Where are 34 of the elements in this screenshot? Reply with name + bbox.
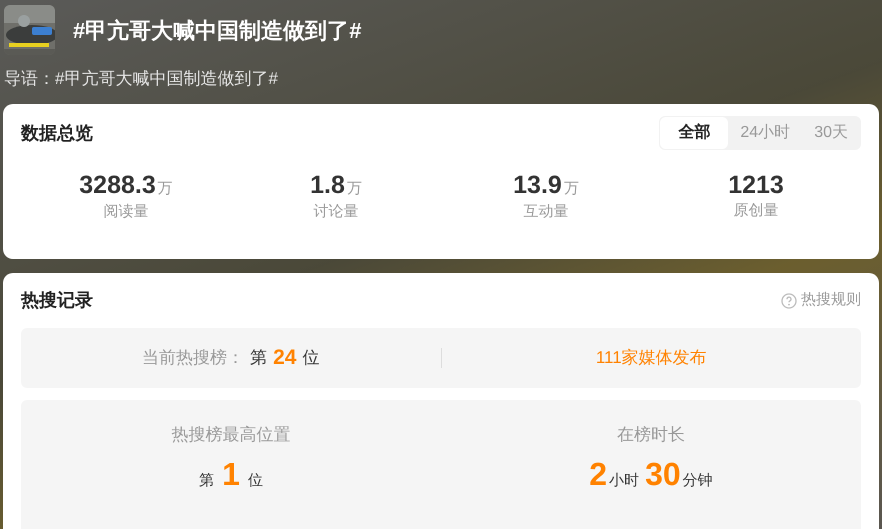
stat-value: 1213 bbox=[728, 170, 784, 200]
stat-label: 讨论量 bbox=[314, 202, 358, 222]
stat-value: 13.9 bbox=[513, 170, 562, 200]
stat-value: 1.8 bbox=[310, 170, 345, 200]
rank-prefix: 第 bbox=[199, 470, 214, 490]
peak-rank: 1 bbox=[222, 456, 240, 492]
rank-prefix: 第 bbox=[250, 347, 268, 370]
media-link[interactable]: 111家媒体发布 bbox=[596, 345, 707, 371]
stat-unit: 万 bbox=[346, 179, 362, 199]
topic-intro: 导语：#甲亢哥大喊中国制造做到了# bbox=[4, 69, 278, 88]
current-rank: 24 bbox=[273, 345, 296, 372]
hours-unit: 小时 bbox=[609, 470, 640, 490]
rules-link[interactable]: 热搜规则 bbox=[781, 289, 861, 312]
range-tab[interactable]: 30天 bbox=[802, 117, 860, 149]
peak-rank-label: 热搜榜最高位置 bbox=[172, 424, 290, 446]
range-tab[interactable]: 全部 bbox=[660, 117, 728, 149]
minutes-unit: 分钟 bbox=[682, 470, 713, 490]
stat-unit: 万 bbox=[158, 179, 173, 199]
topic-title: #甲亢哥大喊中国制造做到了# bbox=[73, 16, 362, 44]
duration-label: 在榜时长 bbox=[617, 424, 685, 446]
rank-suffix: 位 bbox=[248, 470, 263, 490]
section-title: 数据总览 bbox=[21, 122, 93, 144]
section-title: 热搜记录 bbox=[21, 289, 93, 312]
stat-unit: 万 bbox=[564, 179, 579, 199]
stat-label: 互动量 bbox=[524, 202, 568, 222]
range-tab[interactable]: 24小时 bbox=[728, 117, 802, 149]
duration-hours: 2 bbox=[589, 456, 608, 492]
rank-suffix: 位 bbox=[302, 347, 320, 370]
current-rank-label: 当前热搜榜： bbox=[142, 347, 244, 370]
stat-label: 原创量 bbox=[734, 201, 778, 221]
stat-value: 3288.3 bbox=[79, 170, 156, 200]
help-icon bbox=[781, 292, 797, 308]
stat-label: 阅读量 bbox=[104, 202, 148, 222]
duration-minutes: 30 bbox=[645, 456, 681, 492]
